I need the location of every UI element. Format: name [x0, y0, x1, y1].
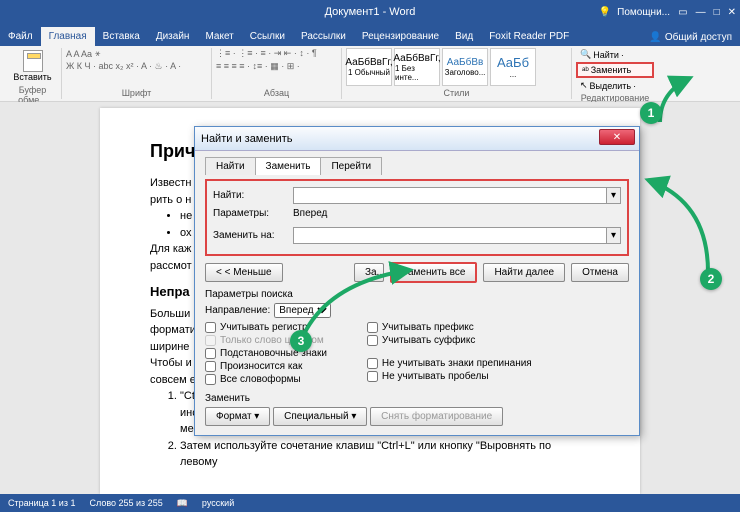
title-bar: Документ1 - Word 💡 Помощни... ▭ — □ ✕	[0, 0, 740, 24]
minimize-icon[interactable]: —	[696, 7, 706, 18]
clipboard-group: Вставить Буфер обме...	[4, 48, 62, 99]
paste-label: Вставить	[13, 72, 51, 82]
find-label: Найти:	[213, 190, 293, 201]
paragraph-controls: ⋮≡ · ⋮≡ · ≡ · ⇥ ⇤ · ↕ · ¶ ≡ ≡ ≡ ≡ · ↕≡ ·…	[216, 48, 337, 72]
replace-dropdown[interactable]: ▾	[607, 227, 621, 244]
status-page[interactable]: Страница 1 из 1	[8, 498, 75, 508]
direction-label: Направление:	[205, 305, 270, 316]
paragraph-group-label: Абзац	[216, 87, 337, 99]
font-group: A A Aa ⚹ Ж К Ч · abc x₂ x² · A · ♨ · A ·…	[62, 48, 212, 99]
less-button[interactable]: < < Меньше	[205, 263, 283, 282]
person-icon: 👤	[649, 32, 661, 43]
search-fields-box: Найти: ▾ Параметры: Вперед Заменить на: …	[205, 179, 629, 256]
marker-1: 1	[640, 102, 662, 124]
special-button[interactable]: Специальный ▾	[273, 407, 367, 426]
replace-button[interactable]: ᵃᵇЗаменить	[576, 62, 654, 78]
share-label: Общий доступ	[665, 32, 732, 43]
dialog-title: Найти и заменить	[201, 133, 292, 145]
replace-icon: ᵃᵇ	[582, 65, 589, 75]
dialog-tab-replace[interactable]: Заменить	[255, 157, 322, 175]
replace-format-section: Заменить Формат ▾ Специальный ▾ Снять фо…	[205, 393, 629, 426]
styles-group: АаБбВвГг,1 Обычный АаБбВвГг,1 Без инте..…	[342, 48, 572, 99]
find-dropdown[interactable]: ▾	[607, 187, 621, 204]
paste-button[interactable]: Вставить	[8, 48, 57, 84]
marker-3: 3	[290, 330, 312, 352]
style-normal[interactable]: АаБбВвГг,1 Обычный	[346, 48, 392, 86]
tab-foxit[interactable]: Foxit Reader PDF	[481, 27, 577, 46]
find-input[interactable]	[293, 187, 607, 204]
cb-space[interactable]: Не учитывать пробелы	[367, 371, 532, 382]
status-words[interactable]: Слово 255 из 255	[89, 498, 162, 508]
format-button[interactable]: Формат ▾	[205, 407, 270, 426]
params-value: Вперед	[293, 208, 327, 219]
arrow-1	[652, 72, 712, 135]
restore-icon[interactable]: ▭	[678, 7, 687, 18]
tab-references[interactable]: Ссылки	[242, 27, 293, 46]
menu-bar: Файл Главная Вставка Дизайн Макет Ссылки…	[0, 24, 740, 46]
search-icon: 🔍	[580, 49, 591, 60]
tab-file[interactable]: Файл	[0, 27, 41, 46]
share-button[interactable]: 👤 Общий доступ	[641, 29, 740, 46]
cb-punct[interactable]: Не учитывать знаки препинания	[367, 358, 532, 369]
align-buttons[interactable]: ≡ ≡ ≡ ≡ · ↕≡ · ▦ · ⊞ ·	[216, 61, 337, 72]
params-label: Параметры:	[213, 208, 293, 219]
dialog-tabs: Найти Заменить Перейти	[205, 157, 629, 175]
cursor-icon: ↖	[580, 80, 588, 91]
paragraph-group: ⋮≡ · ⋮≡ · ≡ · ⇥ ⇤ · ↕ · ¶ ≡ ≡ ≡ ≡ · ↕≡ ·…	[212, 48, 342, 99]
style-more[interactable]: АаБб...	[490, 48, 536, 86]
close-icon[interactable]: ✕	[728, 7, 736, 18]
style-gallery[interactable]: АаБбВвГг,1 Обычный АаБбВвГг,1 Без инте..…	[346, 48, 567, 86]
tab-layout[interactable]: Макет	[197, 27, 241, 46]
tab-home[interactable]: Главная	[41, 27, 95, 46]
replace-section-label: Заменить	[205, 393, 629, 404]
replace-input[interactable]	[293, 227, 607, 244]
tab-mailings[interactable]: Рассылки	[293, 27, 354, 46]
font-style-row[interactable]: Ж К Ч · abc x₂ x² · A · ♨ · A ·	[66, 61, 207, 72]
maximize-icon[interactable]: □	[714, 7, 720, 18]
font-group-label: Шрифт	[66, 87, 207, 99]
dialog-tab-goto[interactable]: Перейти	[320, 157, 382, 175]
styles-group-label: Стили	[346, 87, 567, 99]
app-title: Документ1 - Word	[325, 6, 416, 18]
cancel-button[interactable]: Отмена	[571, 263, 629, 282]
dialog-close-button[interactable]: ✕	[599, 129, 635, 145]
font-size-buttons[interactable]: A A Aa	[66, 49, 92, 59]
arrow-3	[300, 262, 420, 345]
dialog-title-bar[interactable]: Найти и заменить ✕	[195, 127, 639, 151]
status-lang[interactable]: русский	[202, 498, 234, 508]
cb-forms[interactable]: Все словоформы	[205, 374, 327, 385]
tab-review[interactable]: Рецензирование	[354, 27, 447, 46]
cb-wildcards[interactable]: Подстановочные знаки	[205, 348, 327, 359]
noformat-button: Снять форматирование	[370, 407, 503, 426]
style-heading[interactable]: АаБбВвЗаголово...	[442, 48, 488, 86]
tab-design[interactable]: Дизайн	[148, 27, 198, 46]
list-buttons[interactable]: ⋮≡ · ⋮≡ · ≡ · ⇥ ⇤ · ↕ · ¶	[216, 48, 337, 59]
style-nospace[interactable]: АаБбВвГг,1 Без инте...	[394, 48, 440, 86]
help-section: 💡 Помощни...	[599, 7, 670, 18]
select-button[interactable]: ↖Выделить ·	[576, 79, 654, 92]
cb-sounds[interactable]: Произносится как	[205, 361, 327, 372]
window-controls: ▭ — □ ✕	[678, 7, 736, 18]
editing-group: 🔍Найти · ᵃᵇЗаменить ↖Выделить · Редактир…	[572, 48, 658, 99]
replace-label: Заменить на:	[213, 230, 293, 241]
help-text[interactable]: Помощни...	[617, 7, 670, 18]
spellcheck-icon[interactable]: 📖	[177, 498, 188, 509]
lightbulb-icon: 💡	[599, 7, 611, 18]
find-next-button[interactable]: Найти далее	[483, 263, 565, 282]
ribbon: Вставить Буфер обме... A A Aa ⚹ Ж К Ч · …	[0, 46, 740, 102]
dialog-tab-find[interactable]: Найти	[205, 157, 256, 175]
marker-2: 2	[700, 268, 722, 290]
find-button[interactable]: 🔍Найти ·	[576, 48, 654, 61]
tab-view[interactable]: Вид	[447, 27, 481, 46]
clipboard-icon	[23, 50, 43, 72]
tab-insert[interactable]: Вставка	[95, 27, 148, 46]
clear-format-icon[interactable]: ⚹	[95, 48, 100, 59]
font-controls: A A Aa ⚹ Ж К Ч · abc x₂ x² · A · ♨ · A ·	[66, 48, 207, 72]
status-bar: Страница 1 из 1 Слово 255 из 255 📖 русск…	[0, 494, 740, 512]
